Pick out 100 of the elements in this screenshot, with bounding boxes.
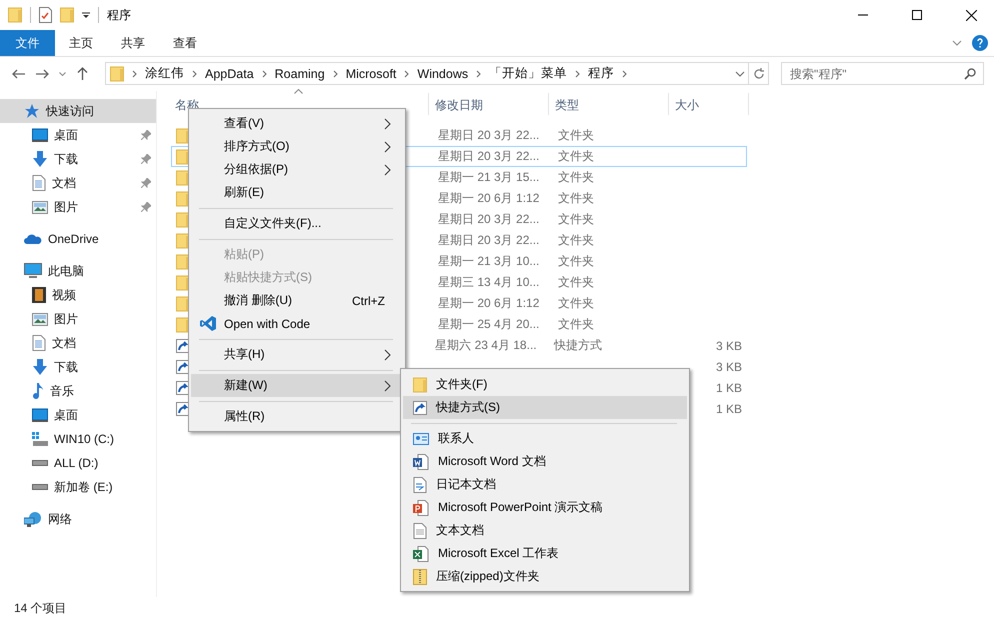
- chevron-right-icon: [262, 70, 267, 78]
- sidebar-item[interactable]: 桌面: [0, 123, 156, 147]
- sidebar-item[interactable]: 文档: [0, 331, 156, 355]
- menu-item[interactable]: 自定义文件夹(F)...: [191, 212, 403, 235]
- menu-item[interactable]: 排序方式(O): [191, 135, 403, 158]
- chevron-down-icon: [58, 72, 66, 76]
- menu-item[interactable]: Microsoft PowerPoint 演示文稿: [403, 496, 687, 519]
- help-icon[interactable]: [972, 35, 988, 51]
- menu-item[interactable]: Open with Code: [191, 312, 403, 335]
- menu-item[interactable]: 文件夹(F): [403, 373, 687, 396]
- back-arrow-icon: [12, 68, 24, 78]
- sidebar-item[interactable]: OneDrive: [0, 227, 156, 251]
- address-bar[interactable]: 涂红伟 AppData Roaming Microsoft Windows 「开始」菜单 程序: [105, 62, 749, 85]
- journal-document-icon: [413, 476, 427, 492]
- menu-item[interactable]: 压缩(zipped)文件夹: [403, 565, 687, 588]
- film-icon: [32, 287, 46, 303]
- file-menu-tab[interactable]: 文件: [0, 30, 55, 56]
- table-cell-text: 文件夹: [557, 127, 595, 144]
- table-cell-text: 星期一 21 3月 10...: [437, 253, 540, 270]
- menu-item[interactable]: 共享(H): [191, 343, 403, 366]
- table-cell-text: 文件夹: [557, 253, 595, 270]
- menu-item[interactable]: 新建(W): [191, 374, 403, 397]
- breadcrumb[interactable]: 涂红伟: [145, 65, 184, 82]
- code-editor-icon: [200, 316, 216, 331]
- column-header[interactable]: 修改日期: [429, 93, 549, 115]
- sidebar-item[interactable]: 音乐: [0, 379, 156, 403]
- table-cell-text: 星期日 20 3月 22...: [437, 211, 540, 228]
- folder-icon: [176, 190, 190, 206]
- table-cell-text: 文件夹: [557, 232, 595, 249]
- chevron-right-icon: [132, 70, 137, 78]
- network-icon: [24, 511, 42, 527]
- sidebar-item[interactable]: 下载: [0, 147, 156, 171]
- table-cell-text: 快捷方式: [552, 337, 603, 354]
- desktop-icon: [32, 128, 48, 142]
- contact-card-icon: [413, 432, 429, 444]
- search-icon[interactable]: [964, 68, 976, 80]
- folder-icon: [176, 254, 190, 270]
- forward-arrow-icon: [36, 68, 48, 78]
- folder-icon: [176, 170, 190, 186]
- menu-item[interactable]: 查看(V): [191, 112, 403, 135]
- sidebar-item[interactable]: 新加卷 (E:): [0, 475, 156, 499]
- chevron-right-icon: [476, 70, 482, 78]
- sidebar-item[interactable]: 文档: [0, 171, 156, 195]
- ribbon-tab[interactable]: 共享: [107, 30, 159, 56]
- menu-item[interactable]: Microsoft Word 文档: [403, 450, 687, 473]
- sidebar-item[interactable]: 此电脑: [0, 259, 156, 283]
- menu-item[interactable]: 刷新(E): [191, 181, 403, 204]
- menu-item[interactable]: 撤消 删除(U) Ctrl+Z: [191, 289, 403, 312]
- menu-item[interactable]: 分组依据(P): [191, 158, 403, 181]
- table-cell-text: 文件夹: [557, 148, 595, 165]
- cloud-icon: [24, 232, 42, 246]
- chevron-right-icon: [332, 70, 338, 78]
- breadcrumb[interactable]: Microsoft: [346, 66, 396, 80]
- ribbon-tab[interactable]: 主页: [55, 30, 107, 56]
- folder-icon: [413, 376, 427, 392]
- breadcrumb[interactable]: Windows: [417, 66, 468, 80]
- sidebar-item[interactable]: 下载: [0, 355, 156, 379]
- picture-icon: [32, 200, 48, 214]
- sidebar-item[interactable]: 网络: [0, 507, 156, 531]
- table-cell-text: 星期一 21 3月 15...: [437, 169, 540, 186]
- folder-icon: [176, 274, 190, 290]
- zipped-folder-icon: [413, 568, 427, 584]
- sidebar-item[interactable]: 视频: [0, 283, 156, 307]
- document-icon: [32, 175, 46, 191]
- sidebar-item[interactable]: WIN10 (C:): [0, 427, 156, 451]
- chevron-right-icon: [192, 70, 197, 78]
- menu-item[interactable]: 日记本文档: [403, 473, 687, 496]
- properties-icon[interactable]: [39, 7, 52, 23]
- table-cell-text: 星期日 20 3月 22...: [437, 232, 540, 249]
- folder-icon: [176, 148, 190, 164]
- up-arrow-icon: [76, 67, 88, 80]
- column-header[interactable]: 大小: [669, 93, 749, 115]
- refresh-button[interactable]: [749, 62, 769, 85]
- table-cell-text: 星期日 20 3月 22...: [437, 148, 540, 165]
- column-header[interactable]: 类型: [549, 93, 669, 115]
- breadcrumb[interactable]: 程序: [588, 65, 614, 82]
- sidebar-item[interactable]: 图片: [0, 307, 156, 331]
- sidebar-item[interactable]: 桌面: [0, 403, 156, 427]
- table-cell-text: 文件夹: [557, 169, 595, 186]
- sidebar-item[interactable]: 图片: [0, 195, 156, 219]
- item-count: 14 个项目: [14, 600, 67, 617]
- breadcrumb[interactable]: Roaming: [274, 66, 325, 80]
- sidebar-item[interactable]: ALL (D:): [0, 451, 156, 475]
- breadcrumb[interactable]: AppData: [205, 66, 254, 80]
- dropdown-icon[interactable]: [82, 12, 90, 18]
- sidebar-item[interactable]: 快速访问: [0, 99, 156, 123]
- breadcrumb[interactable]: 「开始」菜单: [489, 65, 568, 82]
- menu-item[interactable]: 文本文档: [403, 519, 687, 542]
- download-icon: [32, 151, 48, 167]
- powerpoint-document-icon: [413, 500, 429, 516]
- expand-ribbon-icon[interactable]: [952, 40, 962, 46]
- table-cell-text: 文件夹: [557, 190, 595, 207]
- menu-item[interactable]: 属性(R): [191, 405, 403, 428]
- menu-item[interactable]: 联系人: [403, 427, 687, 450]
- search-field[interactable]: 搜索"程序": [781, 62, 984, 85]
- table-cell-text: 星期一 25 4月 20...: [437, 316, 540, 333]
- ribbon-tab[interactable]: 查看: [159, 30, 211, 56]
- menu-item[interactable]: 快捷方式(S): [403, 396, 687, 419]
- table-cell-text: 文件夹: [557, 316, 595, 333]
- menu-item[interactable]: Microsoft Excel 工作表: [403, 542, 687, 565]
